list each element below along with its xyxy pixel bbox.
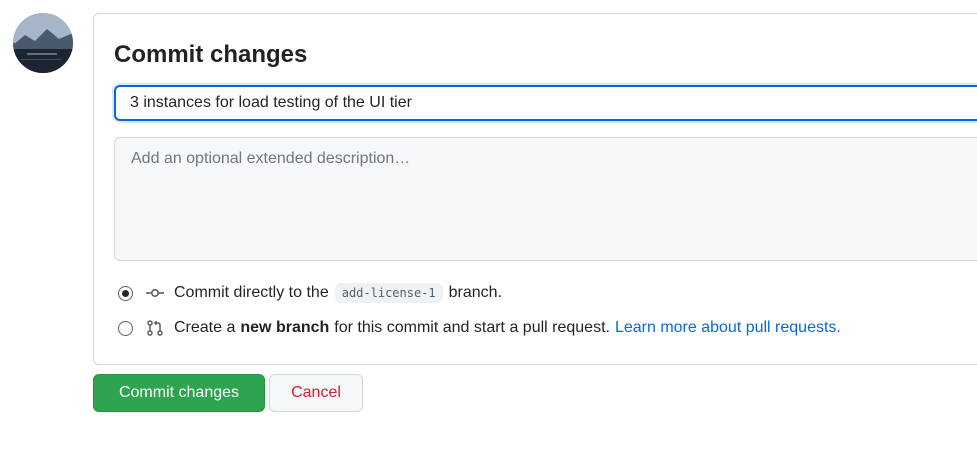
learn-more-pull-requests-link[interactable]: Learn more about pull requests.	[615, 319, 841, 337]
git-commit-icon	[146, 289, 164, 298]
new-branch-radio[interactable]	[118, 320, 133, 336]
new-branch-option[interactable]: Create a new branch for this commit and …	[118, 319, 841, 337]
commit-direct-radio[interactable]	[118, 285, 133, 301]
commit-description-input[interactable]	[114, 137, 977, 261]
new-branch-prefix: Create a	[174, 319, 236, 336]
commit-direct-option[interactable]: Commit directly to the add-license-1 bra…	[118, 283, 502, 303]
commit-direct-suffix: branch.	[448, 284, 503, 301]
commit-form-panel: Commit changes Commit directly to the ad…	[93, 13, 977, 365]
branch-name-badge: add-license-1	[334, 283, 443, 303]
avatar	[13, 13, 73, 73]
new-branch-suffix: for this commit and start a pull request…	[334, 319, 610, 336]
commit-direct-prefix: Commit directly to the	[174, 284, 329, 301]
commit-changes-button[interactable]: Commit changes	[93, 374, 265, 412]
page-title: Commit changes	[114, 41, 308, 68]
new-branch-bold: new branch	[240, 319, 330, 336]
git-pull-request-icon	[147, 320, 163, 336]
commit-summary-input[interactable]	[114, 85, 977, 121]
cancel-button[interactable]: Cancel	[269, 374, 363, 412]
